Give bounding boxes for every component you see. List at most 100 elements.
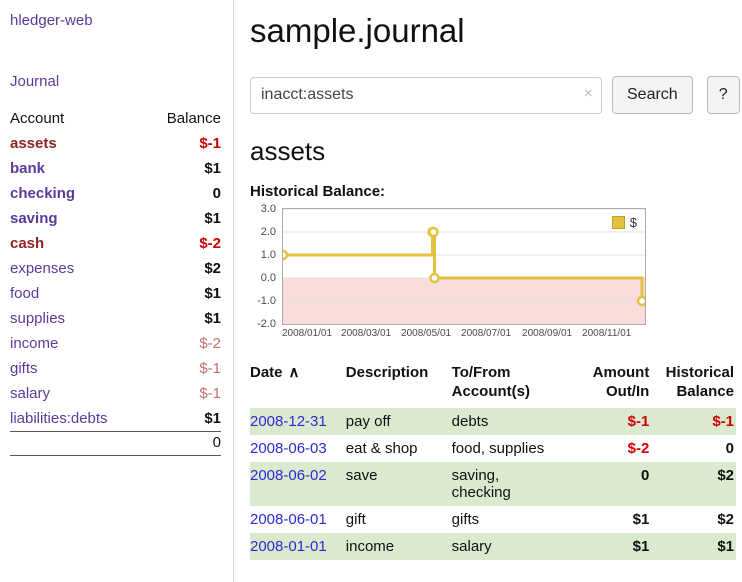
chart-y-tick-label: -1.0 [248,294,276,308]
account-row-income: income $-2 [10,331,221,356]
chart-x-tick-label: 2008/09/01 [522,328,572,339]
help-button[interactable]: ? [707,76,740,114]
transaction-row: 2008-06-02 save saving, checking 0 $2 [250,462,736,506]
account-row-liabilities-debts: liabilities:debts $1 [10,406,221,432]
chart-title: Historical Balance: [250,183,736,200]
accounts-total-value: 0 [146,432,221,456]
account-row-gifts: gifts $-1 [10,356,221,381]
account-link-expenses[interactable]: expenses [10,260,74,277]
transaction-date-link[interactable]: 2008-12-31 [250,413,327,430]
account-row-assets: assets $-1 [10,131,221,156]
column-header-description: Description [346,361,452,408]
account-row-expenses: expenses $2 [10,256,221,281]
account-link-income[interactable]: income [10,335,58,352]
transaction-row: 2008-12-31 pay off debts $-1 $-1 [250,408,736,435]
account-balance-food: $1 [146,281,221,306]
page: hledger-web Journal Account Balance asse… [0,0,742,582]
transaction-row: 2008-01-01 income salary $1 $1 [250,533,736,560]
transaction-accounts: debts [452,408,583,435]
transactions-header-row: Date∧ Description To/From Account(s) Amo… [250,361,736,408]
account-row-cash: cash $-2 [10,231,221,256]
chart-x-tick-label: 2008/03/01 [341,328,391,339]
legend-swatch-icon [612,216,625,229]
account-row-saving: saving $1 [10,206,221,231]
chart-x-tick-label: 2008/05/01 [401,328,451,339]
account-balance-supplies: $1 [146,306,221,331]
transaction-amount: $1 [583,533,656,560]
search-button[interactable]: Search [612,76,693,114]
account-link-gifts[interactable]: gifts [10,360,38,377]
column-header-balance: Historical Balance [655,361,736,408]
chart-x-axis: 2008/01/01 2008/03/01 2008/05/01 2008/07/01… [282,328,646,341]
transaction-accounts: salary [452,533,583,560]
accounts-header-balance: Balance [146,106,221,131]
account-row-salary: salary $-1 [10,381,221,406]
account-link-saving[interactable]: saving [10,210,58,227]
chart-y-tick-label: 3.0 [248,202,276,216]
app-title-link[interactable]: hledger-web [10,12,93,29]
accounts-total-row: 0 [10,432,221,456]
account-link-food[interactable]: food [10,285,39,302]
accounts-table-header: Account Balance [10,106,221,131]
account-row-food: food $1 [10,281,221,306]
account-link-salary[interactable]: salary [10,385,50,402]
transaction-amount: $1 [583,506,656,533]
legend-label: $ [630,215,637,230]
transaction-accounts: saving, checking [452,462,583,506]
accounts-table: Account Balance assets $-1 bank $1 check… [10,106,221,456]
transaction-description: income [346,533,452,560]
transaction-accounts: gifts [452,506,583,533]
search-bar: × Search ? [250,76,736,114]
accounts-header-account: Account [10,106,146,131]
transaction-date-link[interactable]: 2008-06-01 [250,511,327,528]
account-balance-gifts: $-1 [146,356,221,381]
transaction-amount: 0 [583,462,656,506]
account-link-supplies[interactable]: supplies [10,310,65,327]
account-balance-cash: $-2 [146,231,221,256]
account-balance-bank: $1 [146,156,221,181]
transaction-description: eat & shop [346,435,452,462]
page-title: sample.journal [250,12,736,50]
chart-y-tick-label: 1.0 [248,248,276,262]
transaction-description: gift [346,506,452,533]
chart-x-tick-label: 2008/07/01 [461,328,511,339]
column-header-date[interactable]: Date∧ [250,361,346,408]
transaction-balance: $1 [655,533,736,560]
chart-x-tick-label: 2008/01/01 [282,328,332,339]
account-balance-salary: $-1 [146,381,221,406]
transaction-amount: $-2 [583,435,656,462]
transaction-date-link[interactable]: 2008-06-03 [250,440,327,457]
transaction-description: pay off [346,408,452,435]
account-link-cash[interactable]: cash [10,235,44,252]
chart-canvas [283,209,645,324]
transactions-table: Date∧ Description To/From Account(s) Amo… [250,361,736,560]
chart-y-tick-label: 2.0 [248,225,276,239]
chart-y-axis: 3.02.01.00.0-1.0-2.0 [250,208,278,323]
account-balance-income: $-2 [146,331,221,356]
account-link-assets[interactable]: assets [10,135,57,152]
transaction-date-link[interactable]: 2008-01-01 [250,538,327,555]
transaction-amount: $-1 [583,408,656,435]
account-balance-liabilities-debts: $1 [146,406,221,432]
column-header-amount: Amount Out/In [583,361,656,408]
chart-plot-area: $ [282,208,646,325]
historical-balance-chart: 3.02.01.00.0-1.0-2.0 $ 2008/01/012008/03… [250,208,652,341]
account-balance-saving: $1 [146,206,221,231]
sidebar: hledger-web Journal Account Balance asse… [0,0,234,582]
sidebar-item-journal[interactable]: Journal [10,73,59,90]
column-header-account: To/From Account(s) [452,361,583,408]
account-row-checking: checking 0 [10,181,221,206]
account-link-checking[interactable]: checking [10,185,75,202]
clear-search-icon[interactable]: × [584,85,593,103]
transaction-description: save [346,462,452,506]
search-box: × [250,77,602,114]
chart-y-tick-label: 0.0 [248,271,276,285]
account-link-liabilities-debts[interactable]: liabilities:debts [10,410,108,427]
account-row-bank: bank $1 [10,156,221,181]
chart-y-tick-label: -2.0 [248,317,276,331]
transaction-date-link[interactable]: 2008-06-02 [250,467,327,484]
transaction-accounts: food, supplies [452,435,583,462]
account-link-bank[interactable]: bank [10,160,45,177]
search-input[interactable] [250,77,602,114]
chart-x-tick-label: 2008/11/01 [582,328,631,339]
